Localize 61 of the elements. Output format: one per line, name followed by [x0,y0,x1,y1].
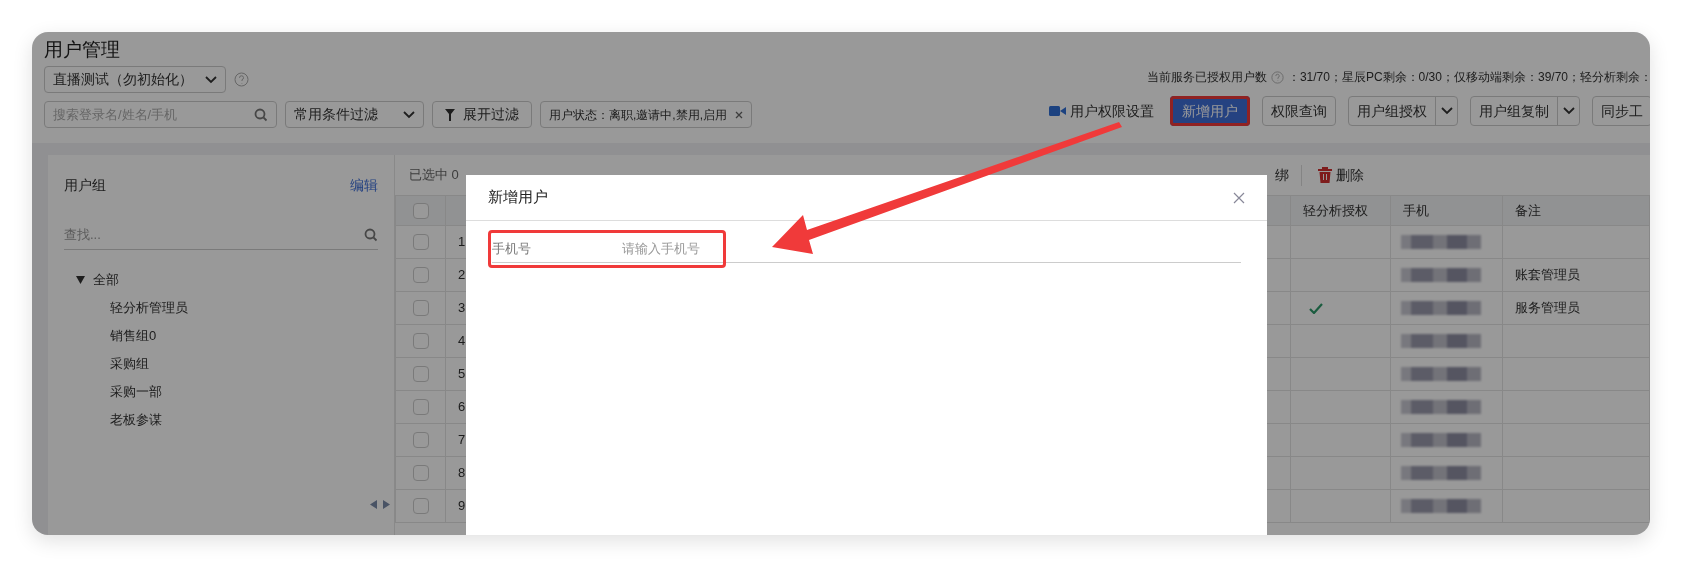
caret-icon [1440,107,1453,115]
group-search-input[interactable]: 查找... [64,224,240,245]
tree-item[interactable]: 全部 [93,270,119,290]
toolbar-button[interactable]: 同步工 [1592,96,1650,126]
chevron-down-icon [205,75,217,84]
close-icon[interactable] [1233,191,1245,204]
permission-settings-button[interactable]: 用户权限设置 [1045,96,1158,126]
caret-icon [1562,107,1575,115]
checkbox[interactable] [412,465,429,481]
checkbox[interactable] [412,432,429,448]
table-cell: 账套管理员 [1515,267,1580,283]
tree-item[interactable]: 采购组 [110,354,149,374]
checkbox[interactable] [412,202,429,219]
help-icon[interactable] [1270,70,1284,84]
checkbox[interactable] [412,498,429,514]
help-icon[interactable] [234,72,249,87]
checkbox[interactable] [412,234,429,250]
checkbox[interactable] [412,399,429,415]
column-header: 手机 [1390,195,1503,226]
split-button-label[interactable]: 用户组授权 [1349,97,1435,125]
toolbar-action[interactable]: 绑 [1275,164,1302,186]
chevron-down-icon [403,110,415,119]
column-header: 轻分析授权 [1290,195,1391,226]
split-button[interactable]: 用户组授权 [1348,96,1458,126]
checkbox[interactable] [412,267,429,283]
column-header: 备注 [1502,195,1650,226]
split-button[interactable]: 用户组复制 [1470,96,1580,126]
split-button-label[interactable]: 用户组复制 [1471,97,1557,125]
video-camera-icon [1049,105,1066,117]
checkbox[interactable] [412,300,429,316]
license-counts: ：31/70；星辰PC剩余：0/30；仅移动端剩余：39/70；轻分析剩余： [1287,69,1650,86]
group-search-field[interactable]: 查找... [64,220,378,250]
selection-count: 已选中 0 [409,167,459,183]
search-icon [364,227,378,242]
checkbox[interactable] [412,366,429,382]
checkbox[interactable] [412,333,429,349]
expand-filter-button[interactable]: 展开过滤 [432,101,532,128]
tree-item[interactable]: 轻分析管理员 [110,298,188,318]
dialog-title: 新增用户 [488,187,548,208]
field-label: 手机号 [492,239,532,258]
sidebar-title: 用户组 [64,176,106,195]
tree-item[interactable]: 销售组0 [110,326,157,346]
tree-item[interactable]: 老板参谋 [110,410,162,430]
filter-tag-label: 用户状态：离职,邀请中,禁用,启用 [549,106,727,124]
trash-icon [1318,167,1332,183]
delete-button[interactable]: 删除 [1318,164,1364,186]
add-user-button[interactable]: 新增用户 [1170,96,1250,126]
tree-item[interactable]: 采购一部 [110,382,162,402]
filter-select[interactable]: 常用条件过滤 [285,101,424,128]
toolbar-button[interactable]: 权限查询 [1262,96,1336,126]
phone-field[interactable]: 请输入手机号 [622,238,722,259]
license-label: 当前服务已授权用户数 [1146,69,1267,86]
edit-link[interactable]: 编辑 [350,175,378,196]
page-title: 用户管理 [44,38,121,62]
collapse-arrows-icon[interactable] [370,500,390,509]
filter-icon [445,108,455,121]
search-icon [254,107,268,122]
table-cell: 服务管理员 [1515,300,1580,316]
expanded-caret-icon[interactable] [76,276,85,284]
account-select[interactable]: 直播测试（勿初始化） [44,66,226,93]
close-icon[interactable] [735,110,743,119]
